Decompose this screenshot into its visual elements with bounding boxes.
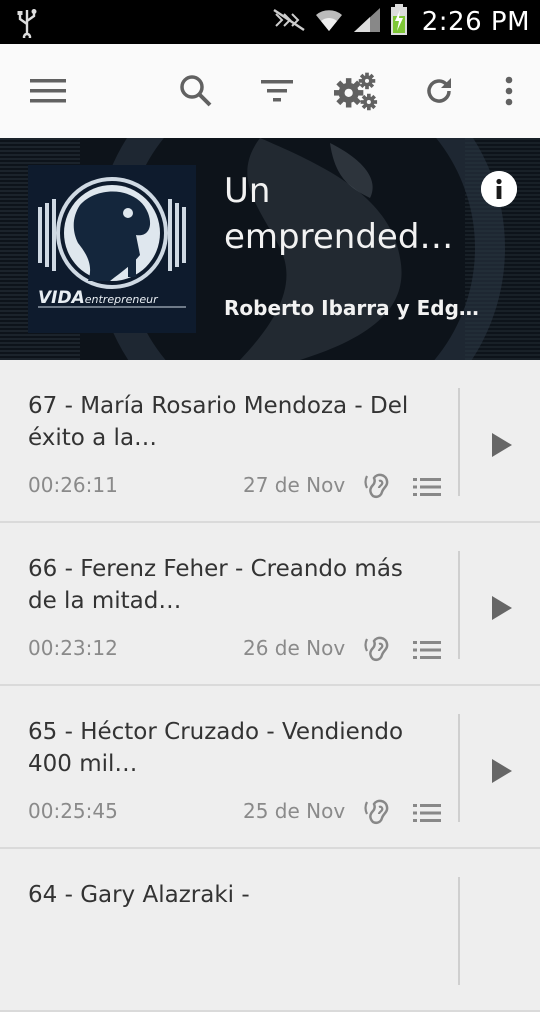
episode-title: 67 - María Rosario Mendoza - Del éxito a… (28, 393, 409, 451)
podcast-header: VIDAentrepreneur Un emprended… Roberto I… (0, 138, 540, 360)
row-divider (458, 388, 460, 496)
ear-icon (364, 633, 394, 667)
episode-date: 27 de Nov (243, 473, 346, 497)
episode-row[interactable]: 65 - Héctor Cruzado - Vendiendo 400 mil…… (0, 686, 540, 849)
episode-title: 66 - Ferenz Feher - Creando más de la mi… (28, 556, 403, 614)
info-icon[interactable] (481, 171, 517, 207)
status-bar: 2:26 PM (0, 0, 540, 44)
episode-duration: 00:26:11 (28, 473, 118, 497)
play-icon[interactable] (486, 430, 516, 460)
search-icon[interactable] (174, 69, 218, 113)
episode-row[interactable]: 66 - Ferenz Feher - Creando más de la mi… (0, 523, 540, 686)
episode-date: 26 de Nov (243, 636, 346, 660)
row-divider (458, 714, 460, 822)
settings-icon[interactable] (334, 69, 378, 113)
wifi-icon (314, 7, 344, 37)
more-vert-icon[interactable] (487, 69, 531, 113)
filter-icon[interactable] (255, 69, 299, 113)
episode-date: 25 de Nov (243, 799, 346, 823)
play-icon[interactable] (486, 593, 516, 623)
mute-icon (272, 8, 306, 36)
clock: 2:26 PM (421, 7, 530, 37)
episode-title: 64 - Gary Alazraki - (28, 882, 250, 908)
row-divider (458, 551, 460, 659)
battery-charging-icon (390, 4, 408, 40)
vida-entrepreneur-logo: VIDAentrepreneur (28, 165, 196, 333)
playlist-add-icon[interactable] (413, 477, 441, 501)
episode-duration: 00:25:45 (28, 799, 118, 823)
podcast-cover[interactable]: VIDAentrepreneur (28, 165, 196, 333)
episode-list: 67 - María Rosario Mendoza - Del éxito a… (0, 360, 540, 1012)
row-divider (458, 877, 460, 985)
episode-row[interactable]: 67 - María Rosario Mendoza - Del éxito a… (0, 360, 540, 523)
episode-title: 65 - Héctor Cruzado - Vendiendo 400 mil… (28, 719, 404, 777)
episode-row[interactable]: 64 - Gary Alazraki - (0, 849, 540, 1012)
podcast-title: Un emprended… (224, 171, 454, 257)
play-icon[interactable] (486, 756, 516, 786)
ear-icon (364, 796, 394, 830)
menu-icon[interactable] (26, 69, 70, 113)
signal-icon (352, 6, 382, 38)
playlist-add-icon[interactable] (413, 640, 441, 664)
usb-icon (16, 8, 38, 42)
toolbar (0, 44, 540, 138)
refresh-icon[interactable] (417, 69, 461, 113)
playlist-add-icon[interactable] (413, 803, 441, 827)
ear-icon (364, 470, 394, 504)
podcast-author: Roberto Ibarra y Edgar… (224, 296, 486, 320)
episode-duration: 00:23:12 (28, 636, 118, 660)
